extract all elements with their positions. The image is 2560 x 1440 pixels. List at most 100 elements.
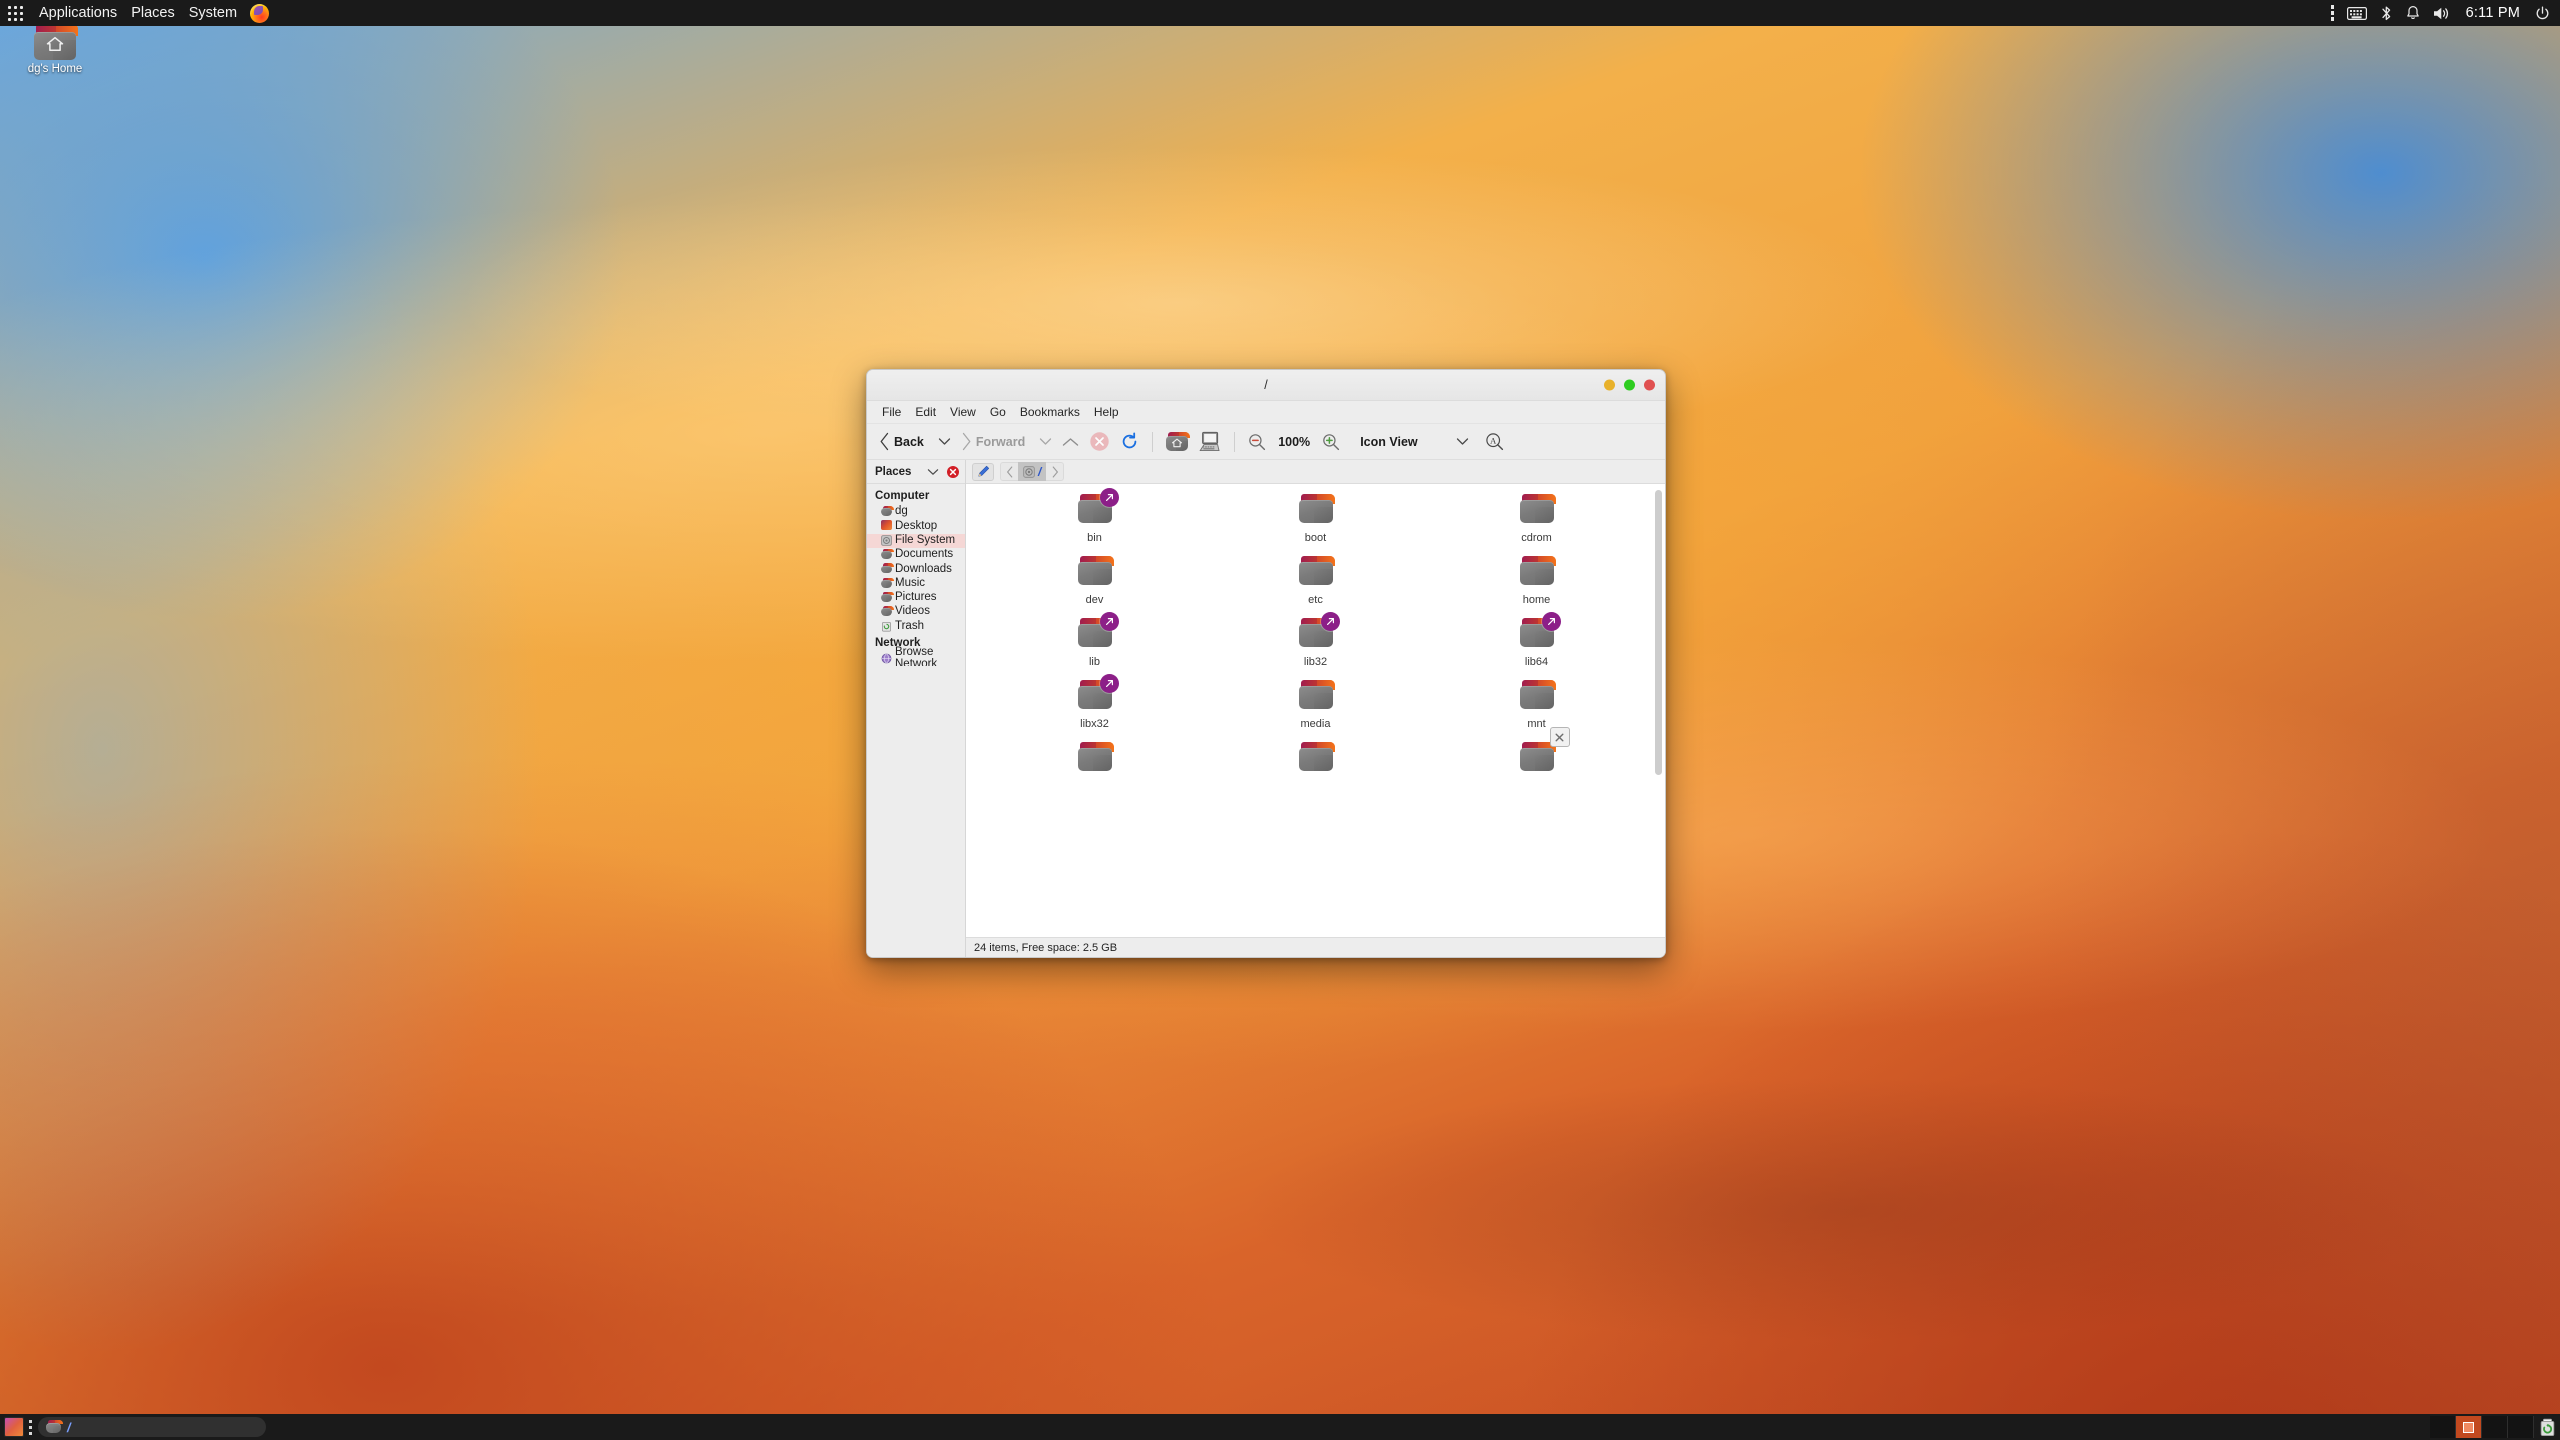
sidebar-item-documents[interactable]: Documents (867, 548, 965, 562)
zoom-out-icon[interactable] (1244, 429, 1270, 455)
filesystem-icon (881, 534, 892, 547)
reload-icon[interactable] (1116, 429, 1143, 455)
forward-history-dropdown[interactable] (1035, 429, 1056, 455)
sidebar-item-label: Desktop (895, 519, 938, 532)
menu-places[interactable]: Places (124, 3, 182, 23)
bottom-panel-right (2430, 1414, 2560, 1440)
icon-view[interactable]: bin boot cdrom dev etc home lib lib32 li… (966, 484, 1665, 937)
folder-icon (1077, 742, 1114, 771)
scrollbar-thumb[interactable] (1655, 490, 1662, 775)
file-item[interactable]: lib (984, 612, 1205, 668)
vertical-scrollbar[interactable] (1655, 488, 1662, 933)
menu-help[interactable]: Help (1088, 403, 1125, 421)
file-manager-body: Places Computer dg Desktop File System D… (867, 460, 1665, 957)
file-item[interactable] (1426, 727, 1647, 780)
stop-icon[interactable] (1085, 429, 1114, 455)
sidebar-item-file-system[interactable]: File System (867, 533, 965, 548)
sidebar-close-circle-icon[interactable] (947, 465, 959, 478)
workspace-1[interactable] (2430, 1416, 2456, 1438)
sidebar-item-label: File System (895, 533, 956, 546)
breadcrumb-root[interactable]: / (1018, 462, 1047, 481)
minimize-button[interactable] (1604, 379, 1615, 391)
back-history-dropdown[interactable] (934, 429, 955, 455)
view-mode-chevron-down-icon[interactable] (1452, 429, 1473, 455)
filesystem-icon (1023, 465, 1035, 478)
sidebar-item-dg[interactable]: dg (867, 505, 965, 519)
close-button[interactable] (1644, 379, 1655, 391)
menu-file[interactable]: File (876, 403, 907, 421)
file-item[interactable]: home (1426, 556, 1647, 606)
chevron-right-icon[interactable] (1046, 463, 1063, 480)
computer-icon[interactable] (1194, 429, 1225, 455)
vertical-dots-icon[interactable] (2330, 3, 2334, 23)
firefox-icon[interactable] (250, 3, 270, 23)
close-badge-icon[interactable] (1549, 727, 1570, 747)
bell-icon[interactable] (2406, 3, 2420, 23)
symlink-badge-icon (1099, 674, 1119, 693)
applications-grid-icon[interactable] (7, 5, 24, 22)
path-bar: / (966, 460, 1665, 484)
sidebar-item-pictures[interactable]: Pictures (867, 591, 965, 605)
search-icon[interactable]: A (1481, 429, 1508, 455)
file-item[interactable]: cdrom (1426, 494, 1647, 544)
file-item[interactable]: bin (984, 488, 1205, 544)
menu-system[interactable]: System (182, 3, 244, 23)
bluetooth-icon[interactable] (2380, 3, 2393, 23)
menu-bookmarks[interactable]: Bookmarks (1014, 403, 1086, 421)
sidebar-item-label: Downloads (895, 562, 952, 575)
menu-view[interactable]: View (944, 403, 982, 421)
file-item[interactable]: lib32 (1205, 612, 1426, 668)
sidebar-item-downloads[interactable]: Downloads (867, 562, 965, 576)
file-item[interactable]: etc (1205, 556, 1426, 606)
trash-icon[interactable] (2534, 1418, 2560, 1437)
power-icon[interactable] (2535, 3, 2550, 23)
sidebar-item-trash[interactable]: Trash (867, 619, 965, 633)
menu-go[interactable]: Go (984, 403, 1012, 421)
workspace-4[interactable] (2508, 1416, 2534, 1438)
taskbar-window-button[interactable]: / (38, 1417, 266, 1437)
home-folder-icon[interactable] (1162, 429, 1192, 455)
sidebar-item-music[interactable]: Music (867, 576, 965, 590)
view-mode-selector[interactable]: Icon View (1350, 429, 1427, 455)
drag-handle-icon[interactable] (29, 1419, 32, 1435)
workspace-switcher[interactable] (2430, 1416, 2534, 1438)
desktop-icon-home[interactable]: dg's Home (22, 24, 88, 75)
workspace-2[interactable] (2456, 1416, 2482, 1438)
chevron-up-icon[interactable] (1058, 429, 1083, 455)
file-item[interactable]: media (1205, 680, 1426, 730)
file-name: libx32 (1080, 718, 1109, 730)
show-desktop-icon[interactable] (4, 1417, 24, 1437)
sidebar-item-label: Pictures (895, 591, 937, 604)
workspace-3[interactable] (2482, 1416, 2508, 1438)
menu-applications[interactable]: Applications (32, 3, 124, 23)
forward-button[interactable]: Forward (957, 429, 1033, 455)
keyboard-icon[interactable] (2346, 3, 2367, 23)
pencil-icon[interactable] (972, 462, 994, 481)
sidebar-item-browse-network[interactable]: Browse Network (867, 647, 965, 666)
menu-edit[interactable]: Edit (909, 403, 942, 421)
window-titlebar[interactable]: / (867, 370, 1665, 401)
sidebar-chevron-down-icon[interactable] (927, 463, 939, 481)
clock[interactable]: 6:11 PM (2464, 5, 2522, 21)
sidebar-item-label: Videos (895, 605, 930, 618)
file-item[interactable] (984, 742, 1205, 780)
maximize-button[interactable] (1624, 379, 1635, 391)
back-button[interactable]: Back (875, 429, 932, 455)
music-folder-icon (881, 577, 894, 590)
file-item[interactable] (1205, 742, 1426, 780)
file-item[interactable]: mnt (1426, 680, 1647, 730)
file-item[interactable]: dev (984, 556, 1205, 606)
symlink-badge-icon (1099, 488, 1119, 507)
file-manager-window[interactable]: / File Edit View Go Bookmarks Help Back (866, 369, 1666, 958)
zoom-in-icon[interactable] (1318, 429, 1344, 455)
sidebar-item-desktop[interactable]: Desktop (867, 519, 965, 533)
speaker-icon[interactable] (2433, 3, 2451, 23)
file-item[interactable]: libx32 (984, 674, 1205, 730)
chevron-left-icon[interactable] (1001, 463, 1018, 480)
file-item[interactable]: boot (1205, 494, 1426, 544)
toolbar: Back Forward 100% Icon View A (867, 424, 1665, 460)
folder-icon (1298, 742, 1335, 771)
sidebar-item-videos[interactable]: Videos (867, 605, 965, 619)
file-item[interactable]: lib64 (1426, 612, 1647, 668)
documents-folder-icon (881, 549, 894, 561)
